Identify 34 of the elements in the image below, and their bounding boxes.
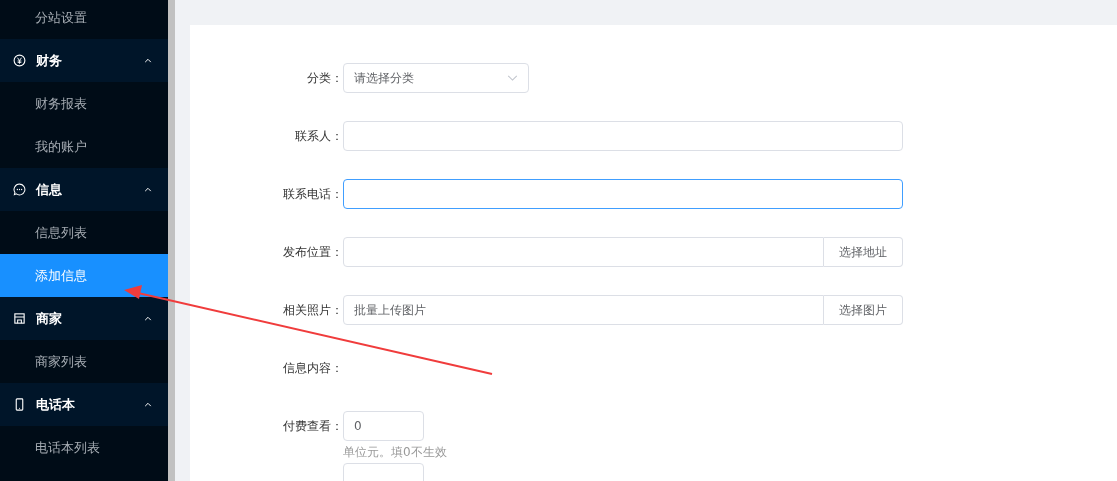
- field-label: 相关照片：: [283, 303, 343, 317]
- help-text: 单位元。填0不生效: [343, 444, 447, 461]
- field-label: 联系电话：: [283, 187, 343, 201]
- scrollbar[interactable]: [168, 0, 175, 481]
- category-select[interactable]: 请选择分类: [343, 63, 529, 93]
- field-label: 付费查看：: [283, 419, 343, 433]
- menu-group[interactable]: 信息: [0, 168, 168, 211]
- menu-group-label: 电话本: [36, 395, 76, 414]
- menu-group[interactable]: 财务: [0, 39, 168, 82]
- menu-item[interactable]: 商家列表: [0, 340, 168, 383]
- input-field[interactable]: [343, 179, 903, 209]
- menu-item[interactable]: 我的账户: [0, 125, 168, 168]
- select-button[interactable]: 选择图片: [824, 295, 903, 325]
- chat-bubble-icon: [13, 183, 26, 196]
- input-field[interactable]: 0: [343, 411, 424, 441]
- field-label: 信息内容：: [283, 361, 343, 375]
- field-label: 发布位置：: [283, 245, 343, 259]
- menu-group-label: 信息: [36, 180, 63, 199]
- select-button[interactable]: 选择地址: [824, 237, 903, 267]
- menu-group[interactable]: 电话本: [0, 383, 168, 426]
- field-label: 分类：: [307, 71, 343, 85]
- select-placeholder: 请选择分类: [354, 69, 414, 87]
- field-label: 联系人：: [295, 129, 343, 143]
- menu-group[interactable]: 商家: [0, 297, 168, 340]
- menu-item[interactable]: 分站设置: [0, 0, 168, 39]
- menu-group-label: 财务: [36, 51, 63, 70]
- menu-item[interactable]: 财务报表: [0, 82, 168, 125]
- phone-icon: [13, 398, 26, 411]
- menu-item[interactable]: 电话本列表: [0, 426, 168, 469]
- menu-group-label: 商家: [36, 309, 63, 328]
- store-icon: [13, 312, 26, 325]
- menu-item[interactable]: 信息列表: [0, 211, 168, 254]
- yen-icon: [13, 54, 26, 67]
- chevron-down-icon: [507, 75, 518, 81]
